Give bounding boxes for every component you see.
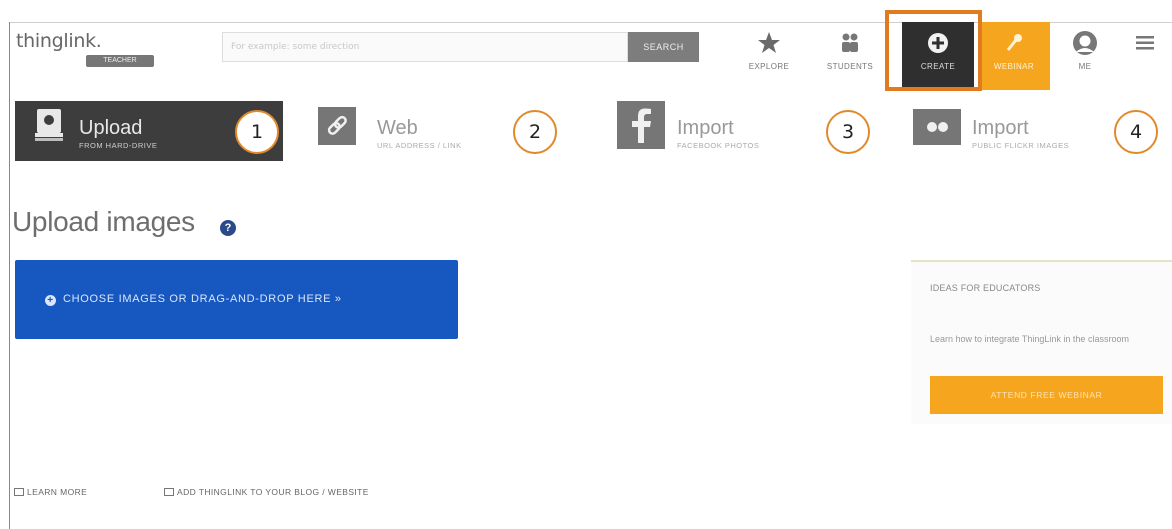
nav-explore-label: EXPLORE: [748, 62, 790, 71]
page-title: Upload images: [12, 206, 195, 237]
thinglink-logo[interactable]: thinglink. TEACHER: [16, 30, 154, 67]
star-icon: [758, 32, 780, 53]
nav-explore[interactable]: EXPLORE: [740, 22, 798, 90]
facebook-icon: [617, 101, 665, 149]
tab-web-title: Web: [377, 117, 418, 139]
logo-text: thinglink.: [16, 30, 102, 52]
embed-icon: [164, 488, 174, 496]
tab-web[interactable]: Web URL ADDRESS / LINK: [300, 101, 530, 161]
tab-flickr-title: Import: [972, 117, 1029, 139]
flickr-icon: [913, 109, 961, 145]
link-icon: [318, 107, 356, 145]
tab-web-subtitle: URL ADDRESS / LINK: [377, 141, 462, 150]
nav-me-label: ME: [1078, 62, 1092, 71]
add-thinglink-label: ADD THINGLINK TO YOUR BLOG / WEBSITE: [177, 487, 369, 497]
pin-icon: [1006, 34, 1022, 51]
nav-students[interactable]: STUDENTS: [818, 22, 882, 90]
tab-upload-title: Upload: [79, 117, 143, 139]
tab-facebook[interactable]: Import FACEBOOK PHOTOS: [600, 101, 830, 161]
hard-drive-icon: [35, 109, 63, 141]
choose-images-label: CHOOSE IMAGES OR DRAG-AND-DROP HERE »: [63, 293, 342, 305]
tab-flickr[interactable]: Import PUBLIC FLICKR IMAGES: [895, 101, 1125, 161]
teacher-badge: TEACHER: [86, 55, 154, 67]
nav-me[interactable]: ME: [1063, 22, 1107, 90]
panel-title: IDEAS FOR EDUCATORS: [930, 283, 1041, 293]
add-thinglink-link[interactable]: ADD THINGLINK TO YOUR BLOG / WEBSITE: [164, 487, 369, 497]
learn-more-link[interactable]: LEARN MORE: [14, 487, 87, 497]
learn-more-label: LEARN MORE: [27, 487, 88, 497]
search-button[interactable]: SEARCH: [628, 32, 699, 62]
nav-menu[interactable]: [1127, 22, 1163, 90]
tab-facebook-subtitle: FACEBOOK PHOTOS: [677, 141, 760, 150]
plus-circle-icon: +: [45, 295, 56, 306]
panel-text: Learn how to integrate ThingLink in the …: [930, 334, 1129, 344]
frame-left-border: [9, 22, 10, 529]
tab-flickr-subtitle: PUBLIC FLICKR IMAGES: [972, 141, 1070, 150]
students-icon: [842, 33, 858, 52]
nav-webinar-label: WEBINAR: [993, 62, 1035, 71]
hamburger-menu-icon: [1136, 36, 1154, 50]
create-highlight-box: [885, 10, 982, 91]
step-number-2: 2: [513, 110, 557, 154]
nav-students-label: STUDENTS: [826, 62, 874, 71]
search-input[interactable]: For example: some direction: [222, 32, 628, 62]
avatar-icon: [1073, 31, 1097, 55]
tab-facebook-title: Import: [677, 117, 734, 139]
educator-ideas-panel: IDEAS FOR EDUCATORS Learn how to integra…: [911, 260, 1172, 424]
nav-webinar[interactable]: WEBINAR: [978, 22, 1050, 90]
choose-images-button[interactable]: + CHOOSE IMAGES OR DRAG-AND-DROP HERE »: [15, 260, 458, 339]
step-number-4: 4: [1114, 110, 1158, 154]
book-icon: [14, 488, 24, 496]
step-number-3: 3: [826, 110, 870, 154]
tab-upload-subtitle: FROM HARD-DRIVE: [79, 141, 158, 150]
help-icon[interactable]: ?: [220, 220, 236, 236]
attend-webinar-button[interactable]: ATTEND FREE WEBINAR: [930, 376, 1163, 414]
step-number-1: 1: [235, 110, 279, 154]
